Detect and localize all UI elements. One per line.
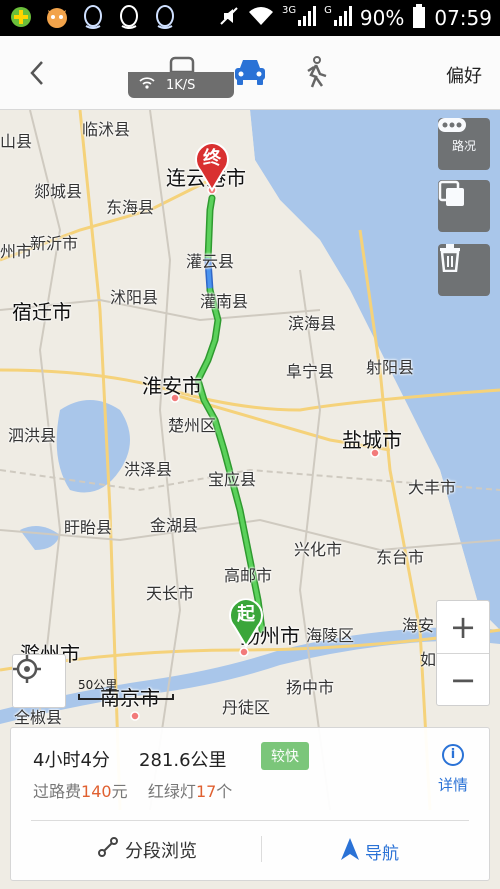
- status-bar: 3G G 90% 07:59: [0, 0, 500, 36]
- wifi-icon: [138, 76, 156, 94]
- route-distance: 281.6公里: [139, 750, 227, 771]
- map-city-label: 淮安市: [142, 374, 202, 398]
- map-label: 金湖县: [150, 516, 199, 535]
- map-label: 山县: [0, 132, 33, 151]
- route-header: 偏好 1K/S: [0, 36, 500, 110]
- wifi-icon: [248, 6, 274, 31]
- map-label: 天长市: [146, 584, 195, 603]
- speed-text: 1K/S: [166, 77, 196, 93]
- app-notification-icon: [8, 4, 34, 30]
- scale-bar: [78, 694, 174, 700]
- zoom-control: + −: [436, 600, 490, 706]
- battery-percent: 90%: [359, 6, 405, 30]
- battery-icon: [412, 3, 426, 33]
- back-button[interactable]: [24, 56, 54, 90]
- map-label: 宝应县: [208, 470, 257, 489]
- start-marker-label: 起: [237, 604, 255, 625]
- map-city-label: 盐城市: [342, 428, 402, 452]
- network-3g-label: 3G: [282, 4, 297, 16]
- clock: 07:59: [434, 6, 492, 30]
- lights-prefix: 红绿灯: [147, 782, 196, 801]
- map-label: 射阳县: [366, 358, 415, 377]
- map-label: 泗洪县: [8, 426, 57, 445]
- mute-icon: [218, 5, 240, 32]
- map-scale: 50公里: [78, 676, 174, 700]
- map-label: 东台市: [376, 548, 425, 567]
- layers-button[interactable]: [438, 180, 490, 232]
- speed-indicator: 1K/S: [128, 72, 234, 98]
- lights-value: 17: [195, 782, 217, 801]
- walk-mode-tab[interactable]: [296, 54, 336, 94]
- map-label: 东海县: [106, 198, 155, 217]
- map-label: 临沭县: [82, 120, 131, 139]
- qq-icon: [152, 4, 178, 30]
- map-label: 高邮市: [224, 566, 273, 585]
- route-duration: 4小时4分: [33, 750, 110, 771]
- segment-browse-button[interactable]: 分段浏览: [97, 836, 197, 863]
- card-vertical-divider: [261, 836, 262, 862]
- map-label: 丹徒区: [222, 698, 271, 717]
- navigation-arrow-icon: [341, 838, 359, 865]
- map-label: 州市: [0, 242, 33, 261]
- map-label: 海陵区: [306, 626, 355, 645]
- segment-label: 分段浏览: [125, 840, 197, 862]
- map-label: 海安: [402, 616, 435, 635]
- map-label: 扬中市: [286, 678, 335, 697]
- details-label: 详情: [437, 776, 468, 794]
- map-label: 如: [420, 650, 437, 669]
- map-label: 阜宁县: [286, 362, 335, 381]
- info-icon: i: [442, 744, 464, 766]
- qq-icon: [116, 4, 142, 30]
- map-city-label: 宿迁市: [12, 300, 72, 324]
- clear-button[interactable]: [438, 244, 490, 296]
- walk-icon: [302, 56, 330, 92]
- map-label: 兴化市: [294, 540, 343, 559]
- start-marker[interactable]: 起: [226, 594, 266, 648]
- qq-icon: [80, 4, 106, 30]
- traffic-label: 路况: [451, 138, 476, 153]
- toll-value: 140: [81, 782, 112, 801]
- cat-app-icon: [44, 4, 70, 30]
- route-costs: 过路费140元 红绿灯17个: [33, 778, 232, 802]
- car-icon: [233, 57, 267, 91]
- toll-prefix: 过路费: [33, 782, 82, 801]
- map-label: 新沂市: [30, 234, 79, 253]
- lights-suffix: 个: [216, 782, 233, 801]
- end-marker-label: 终: [203, 148, 221, 169]
- toll-suffix: 元: [111, 782, 128, 801]
- end-marker[interactable]: 终: [192, 138, 232, 192]
- preferences-button[interactable]: 偏好: [446, 62, 482, 88]
- zoom-in-button[interactable]: +: [437, 601, 489, 653]
- traffic-button[interactable]: 路况: [438, 118, 490, 170]
- map-label: 郯城县: [34, 182, 83, 201]
- signal-icon: [333, 5, 352, 31]
- route-summary-card[interactable]: 4小时4分 281.6公里 较快 过路费140元 红绿灯17个 i 详情 分段浏…: [10, 727, 490, 881]
- card-divider: [31, 820, 469, 821]
- locate-button[interactable]: [12, 654, 66, 708]
- route-tag: 较快: [261, 742, 309, 770]
- map-label: 大丰市: [408, 478, 457, 497]
- map-label: 灌云县: [186, 252, 235, 271]
- zoom-out-button[interactable]: −: [437, 654, 489, 706]
- map-label: 滨海县: [288, 314, 337, 333]
- segments-icon: [97, 836, 119, 863]
- car-mode-tab[interactable]: [230, 54, 270, 94]
- navigate-button[interactable]: 导航: [341, 838, 399, 865]
- map-label: 楚州区: [168, 416, 217, 435]
- map-label: 沭阳县: [110, 288, 159, 307]
- map-label: 洪泽县: [124, 460, 173, 479]
- map-label: 灌南县: [200, 292, 249, 311]
- network-g-label: G: [324, 4, 332, 16]
- details-button[interactable]: i 详情: [431, 744, 475, 795]
- scale-label: 50公里: [78, 678, 118, 692]
- signal-icon: [298, 5, 317, 31]
- map-label: 盱眙县: [64, 518, 113, 537]
- navigate-label: 导航: [365, 844, 399, 864]
